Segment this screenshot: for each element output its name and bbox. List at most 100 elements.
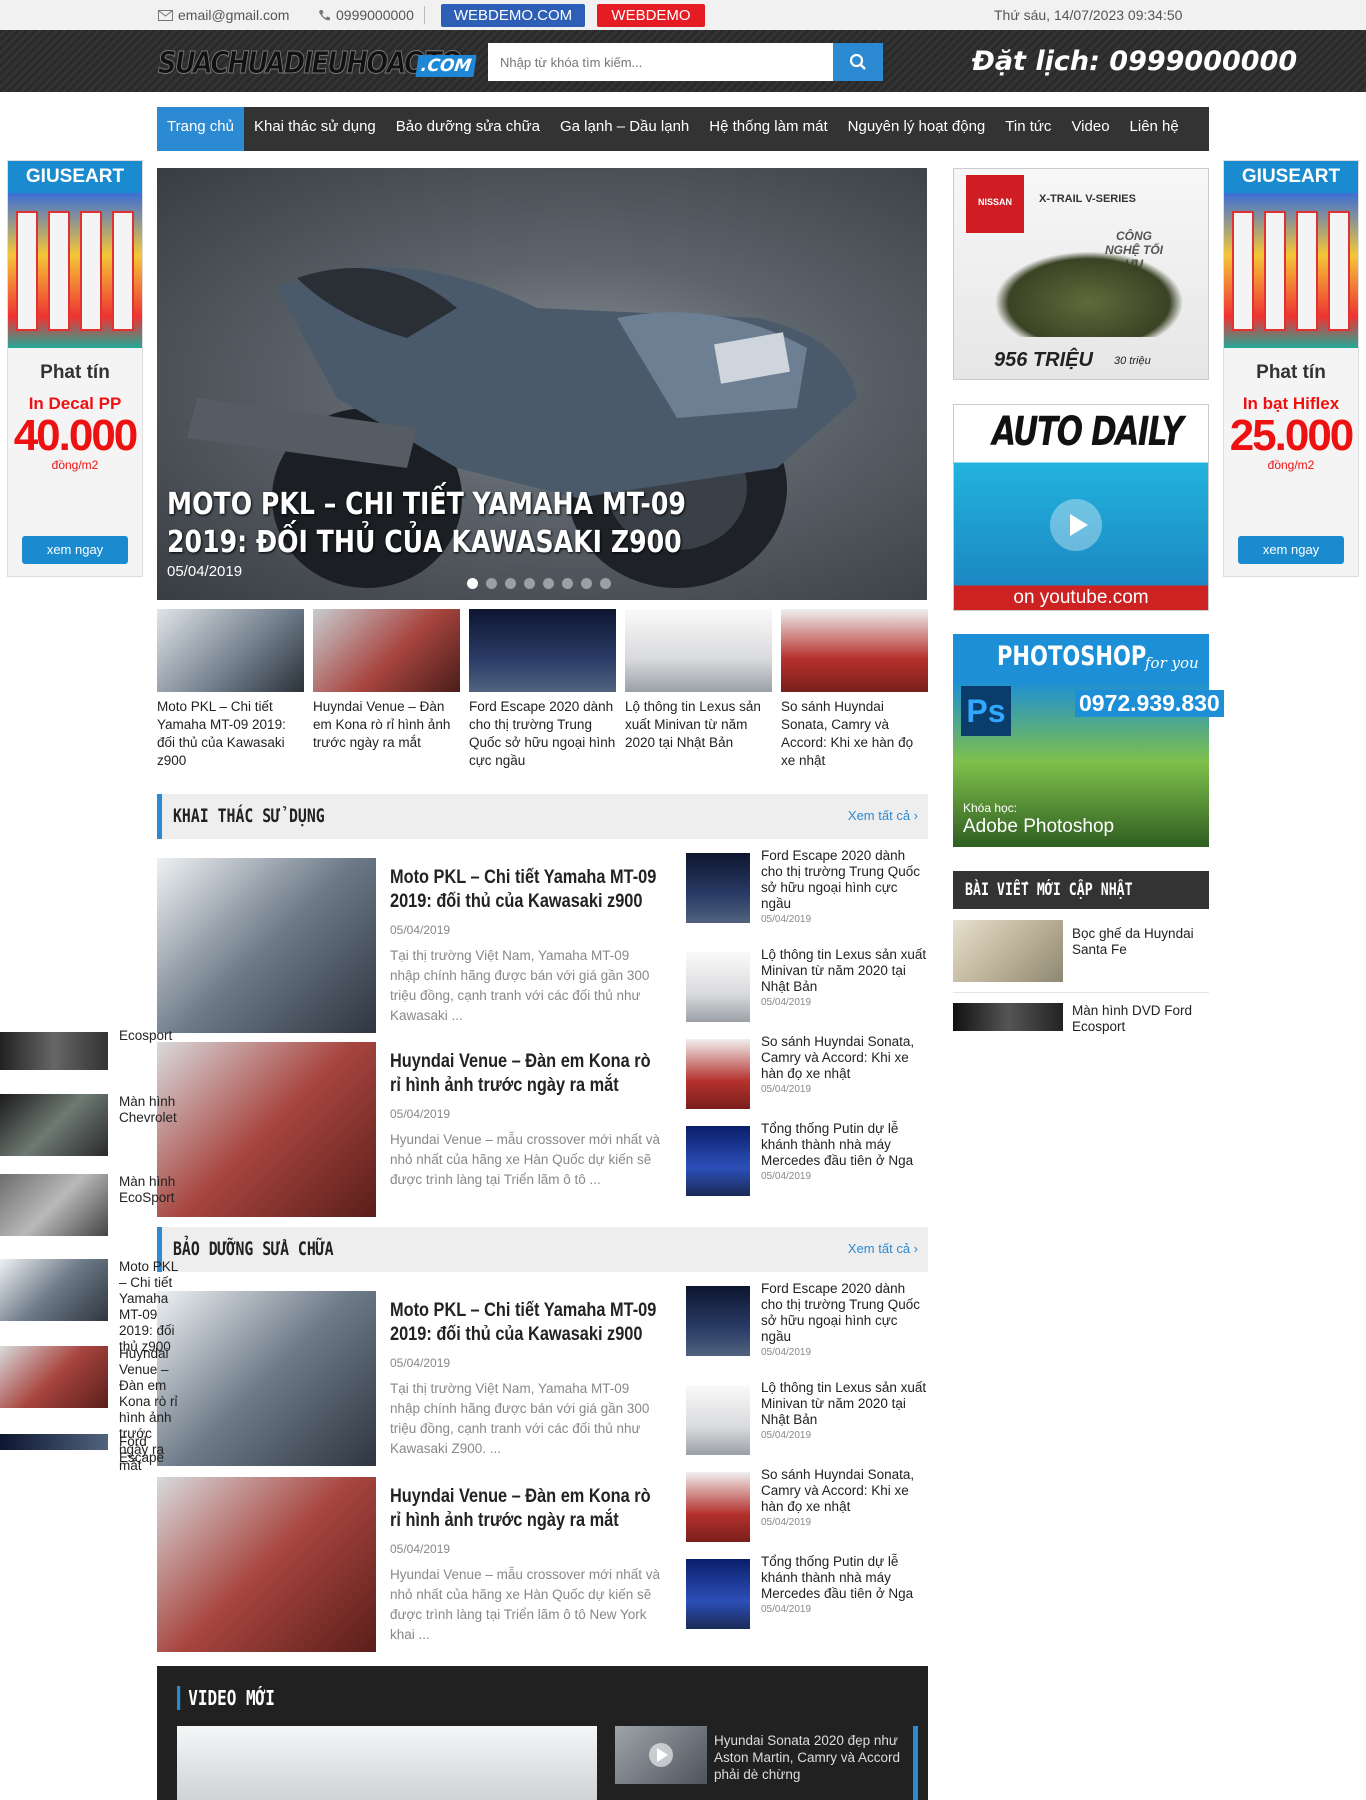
article-title[interactable]: Huyndai Venue – Đàn em Kona rò rỉ hình ả… [390, 1050, 665, 1098]
view-all-link[interactable]: Xem tất cả › [848, 808, 918, 823]
recent-post-title[interactable]: Màn hình DVD Ford Ecosport [1072, 1003, 1202, 1035]
slider-thumbnails: Moto PKL – Chi tiết Yamaha MT-09 2019: đ… [157, 609, 929, 770]
left-side-ad[interactable]: GIUSEART Phat tín In Decal PP 40.000 đồn… [7, 160, 143, 577]
main-video-thumbnail[interactable] [177, 1726, 597, 1800]
play-icon[interactable] [1050, 499, 1102, 551]
small-article[interactable]: Tổng thống Putin dự lễ khánh thành nhà m… [686, 1121, 929, 1196]
floating-title[interactable]: Màn hình Chevrolet [119, 1094, 179, 1126]
nav-item-bao-duong[interactable]: Bảo dưỡng sửa chữa [386, 107, 550, 151]
small-article[interactable]: Tổng thống Putin dự lễ khánh thành nhà m… [686, 1554, 929, 1629]
thumb-item[interactable]: So sánh Huyndai Sonata, Camry và Accord:… [781, 609, 928, 770]
slider-dot[interactable] [600, 578, 611, 589]
thumb-item[interactable]: Huyndai Venue – Đàn em Kona rò rỉ hình ả… [313, 609, 460, 770]
nav-item-tin-tuc[interactable]: Tin tức [995, 107, 1061, 151]
logo-suffix: .COM [415, 55, 477, 77]
right-side-ad[interactable]: GIUSEART Phat tín In bạt Hiflex 25.000 đ… [1223, 160, 1359, 577]
article-title[interactable]: Huyndai Venue – Đàn em Kona rò rỉ hình ả… [390, 1485, 665, 1533]
hotline[interactable]: Đặt lịch: 0999000000 [972, 46, 1297, 77]
nav-item-lien-he[interactable]: Liên hệ [1120, 107, 1189, 151]
ad-banner-image [8, 193, 142, 348]
thumb-item[interactable]: Moto PKL – Chi tiết Yamaha MT-09 2019: đ… [157, 609, 304, 770]
search-button[interactable] [833, 43, 883, 81]
thumb-item[interactable]: Ford Escape 2020 dành cho thị trường Tru… [469, 609, 616, 770]
search-input[interactable] [488, 43, 833, 81]
video-thumbnail[interactable] [615, 1726, 707, 1784]
nav-item-nguyen-ly[interactable]: Nguyên lý hoạt động [838, 107, 996, 151]
slider-dot[interactable] [524, 578, 535, 589]
webdemo-com-badge[interactable]: WEBDEMO.COM [441, 4, 585, 27]
nav-item-he-thong[interactable]: Hệ thống làm mát [699, 107, 837, 151]
nav-item-video[interactable]: Video [1061, 107, 1119, 151]
nissan-price: 956 TRIỆU [994, 349, 1093, 371]
hero-slider[interactable]: Moto PKL – Chi tiết Yamaha MT-09 2019: đ… [157, 168, 927, 600]
nav-item-ga-lanh[interactable]: Ga lạnh – Dầu lạnh [550, 107, 699, 151]
slider-dots[interactable] [467, 578, 611, 589]
slider-dot[interactable] [467, 578, 478, 589]
video-section-title: VIDEO MỚI [177, 1686, 275, 1710]
article-card[interactable]: Moto PKL – Chi tiết Yamaha MT-09 2019: đ… [157, 858, 697, 1033]
top-bar: email@gmail.com 0999000000 WEBDEMO.COM W… [0, 0, 1366, 30]
nissan-ad[interactable]: NISSAN X-TRAIL V-SERIES CÔNG NGHỆ TỐI ƯU… [953, 168, 1209, 380]
auto-daily-ad[interactable]: AUTO DAILY on youtube.com [953, 404, 1209, 611]
email-info[interactable]: email@gmail.com [158, 7, 289, 23]
ad-cta-button[interactable]: xem ngay [22, 536, 128, 564]
auto-daily-title: AUTO DAILY [992, 409, 1184, 455]
small-article-title[interactable]: Tổng thống Putin dự lễ khánh thành nhà m… [761, 1121, 928, 1169]
small-article[interactable]: Lộ thông tin Lexus sản xuất Minivan từ n… [686, 947, 929, 1022]
article-card[interactable]: Huyndai Venue – Đàn em Kona rò rỉ hình ả… [157, 1042, 697, 1217]
floating-image [0, 1032, 108, 1070]
nav-item-khai-thac[interactable]: Khai thác sử dụng [244, 107, 386, 151]
thumb-title[interactable]: Moto PKL – Chi tiết Yamaha MT-09 2019: đ… [157, 698, 304, 770]
small-article-title[interactable]: Lộ thông tin Lexus sản xuất Minivan từ n… [761, 1380, 928, 1428]
article-title[interactable]: Moto PKL – Chi tiết Yamaha MT-09 2019: đ… [390, 866, 665, 914]
section-title: BẢO DƯỠNG SỬA CHỮA [173, 1238, 334, 1260]
nav-item-home[interactable]: Trang chủ [157, 107, 244, 151]
article-card[interactable]: Huyndai Venue – Đàn em Kona rò rỉ hình ả… [157, 1477, 697, 1652]
thumb-image [157, 609, 304, 692]
small-article-image [686, 1286, 750, 1356]
floating-title[interactable]: Ecosport [119, 1028, 179, 1044]
photoshop-ad[interactable]: PHOTOSHOP for you Ps 0972.939.830 Khóa h… [953, 634, 1224, 847]
thumb-title[interactable]: Lộ thông tin Lexus sản xuất Minivan từ n… [625, 698, 772, 752]
slider-dot[interactable] [505, 578, 516, 589]
webdemo-badge[interactable]: WEBDEMO [597, 4, 705, 27]
small-article-title[interactable]: Lộ thông tin Lexus sản xuất Minivan từ n… [761, 947, 928, 995]
phone-info[interactable]: 0999000000 [318, 7, 414, 23]
video-title[interactable]: Hyundai Sonata 2020 đẹp như Aston Martin… [714, 1732, 914, 1783]
thumb-item[interactable]: Lộ thông tin Lexus sản xuất Minivan từ n… [625, 609, 772, 770]
article-card[interactable]: Moto PKL – Chi tiết Yamaha MT-09 2019: đ… [157, 1291, 697, 1466]
nissan-model: X-TRAIL V-SERIES [1039, 193, 1136, 205]
article-title[interactable]: Moto PKL – Chi tiết Yamaha MT-09 2019: đ… [390, 1299, 665, 1347]
ad-brand: Phat tín [1256, 362, 1326, 383]
small-article-title[interactable]: Ford Escape 2020 dành cho thị trường Tru… [761, 1281, 928, 1345]
slider-dot[interactable] [581, 578, 592, 589]
small-article-title[interactable]: Tổng thống Putin dự lễ khánh thành nhà m… [761, 1554, 928, 1602]
small-article-title[interactable]: So sánh Huyndai Sonata, Camry và Accord:… [761, 1467, 928, 1515]
site-logo[interactable]: SUACHUADIEUHOAOTO .COM [158, 38, 477, 88]
video-scrollbar[interactable] [913, 1726, 918, 1800]
slider-dot[interactable] [486, 578, 497, 589]
thumb-title[interactable]: Huyndai Venue – Đàn em Kona rò rỉ hình ả… [313, 698, 460, 752]
thumb-title[interactable]: Ford Escape 2020 dành cho thị trường Tru… [469, 698, 616, 770]
thumb-title[interactable]: So sánh Huyndai Sonata, Camry và Accord:… [781, 698, 928, 770]
floating-title[interactable]: Màn hình EcoSport [119, 1174, 179, 1206]
slide-caption[interactable]: Moto PKL – Chi tiết Yamaha MT-09 2019: đ… [167, 486, 755, 562]
section-header-khai-thac: KHAI THÁC SỬ DỤNG Xem tất cả › [157, 794, 928, 839]
small-article-title[interactable]: Ford Escape 2020 dành cho thị trường Tru… [761, 848, 928, 912]
small-article[interactable]: So sánh Huyndai Sonata, Camry và Accord:… [686, 1467, 929, 1542]
small-article-image [686, 1039, 750, 1109]
slider-dot[interactable] [562, 578, 573, 589]
floating-title[interactable]: Moto PKL – Chi tiết Yamaha MT-09 2019: đ… [119, 1259, 179, 1355]
small-article[interactable]: Ford Escape 2020 dành cho thị trường Tru… [686, 1281, 929, 1358]
small-article-image [686, 1559, 750, 1629]
view-all-link[interactable]: Xem tất cả › [848, 1241, 918, 1256]
auto-daily-footer: on youtube.com [1013, 587, 1149, 608]
small-article-title[interactable]: So sánh Huyndai Sonata, Camry và Accord:… [761, 1034, 928, 1082]
recent-post-title[interactable]: Bọc ghế da Huyndai Santa Fe [1072, 926, 1202, 958]
small-article[interactable]: So sánh Huyndai Sonata, Camry và Accord:… [686, 1034, 929, 1109]
ad-cta-button[interactable]: xem ngay [1238, 536, 1344, 564]
small-article[interactable]: Ford Escape 2020 dành cho thị trường Tru… [686, 848, 929, 925]
slider-dot[interactable] [543, 578, 554, 589]
small-article[interactable]: Lộ thông tin Lexus sản xuất Minivan từ n… [686, 1380, 929, 1455]
floating-title[interactable]: Ford Escape [119, 1434, 179, 1466]
